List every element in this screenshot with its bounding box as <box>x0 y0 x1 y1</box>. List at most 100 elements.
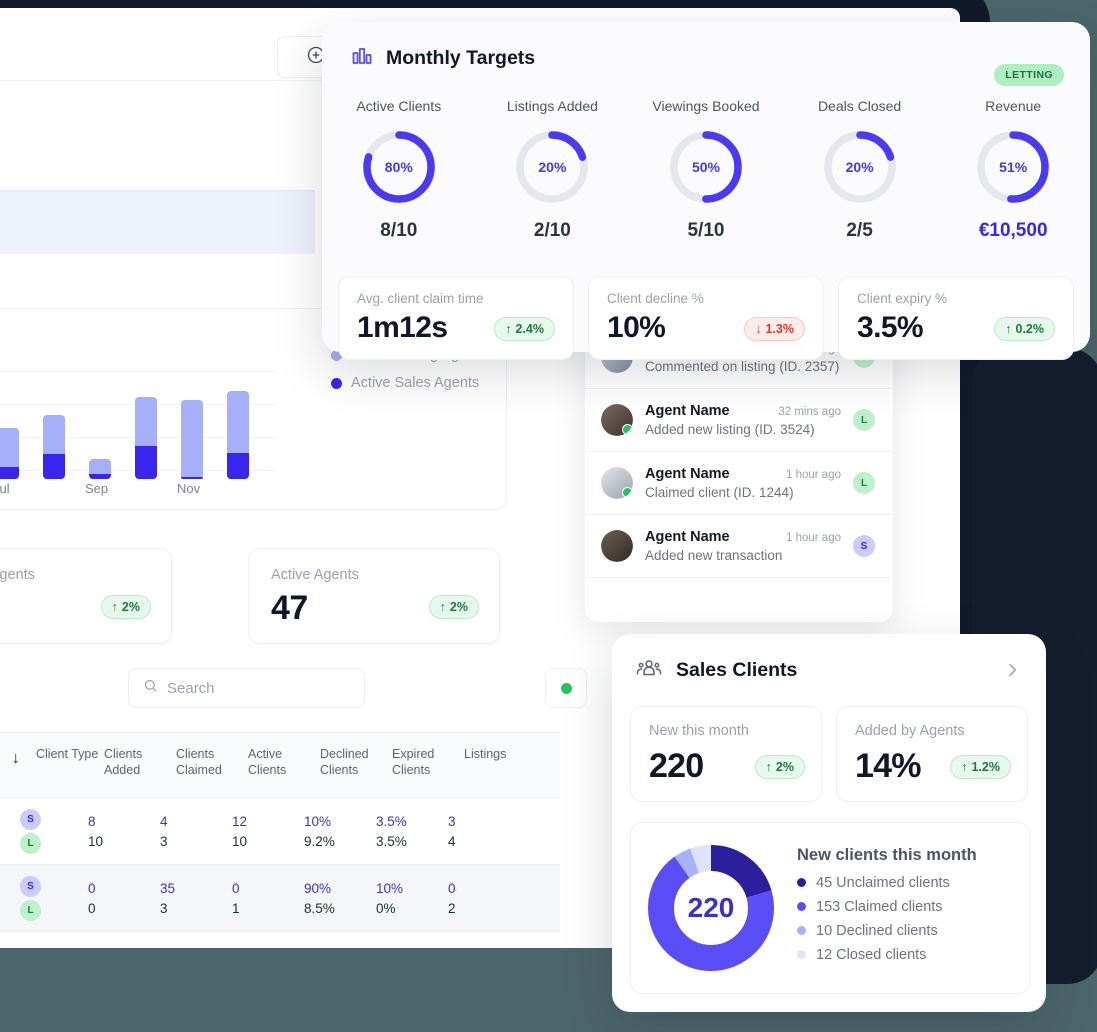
arrow-down-icon: ↓ <box>755 322 762 336</box>
chart-bar-segment <box>89 473 111 479</box>
arrow-up-icon: ↑ <box>505 322 512 336</box>
table-cell-left: ago <box>0 891 20 906</box>
gauge-subvalue: 5/10 <box>687 220 725 241</box>
table-cell-value: 9.2% <box>304 833 335 849</box>
legend-label: 12 Closed clients <box>816 946 927 963</box>
table-column-header[interactable]: Expired Clients <box>392 733 464 797</box>
sales-metric-cards: New this month 220 ↑ 2% Added by Agents 14% ↑ 1… <box>630 706 1028 802</box>
x-axis-tick-label: Sep <box>85 481 109 496</box>
sales-metric-card: Added by Agents 14% ↑ 1.2% <box>836 706 1028 802</box>
activity-row[interactable]: Agent Name 1 hour ago Claimed client (ID. … <box>585 452 893 515</box>
arrow-up-icon: ↑ <box>961 760 968 774</box>
activity-timestamp: 1 hour ago <box>786 532 841 544</box>
chart-bar-segment <box>0 466 19 479</box>
table-column-header[interactable]: Client Type <box>36 733 104 797</box>
client-type-badge: L <box>20 899 41 921</box>
online-status-dot-icon <box>622 424 633 435</box>
table-column-header[interactable]: Declined Clients <box>320 733 392 797</box>
client-type-badge: S <box>20 808 41 830</box>
table-cell-value: 0 <box>448 880 456 896</box>
table-header-row: ↓ Client Type Clients Added Clients Claimed… <box>0 732 560 798</box>
stat-card-active-agents: Active Agents 47 ↑ 2% <box>248 548 500 644</box>
donut-legend-item: 12 Closed clients <box>797 947 977 963</box>
table-column-header[interactable]: Listings <box>464 733 524 797</box>
table-cell-value: 0 <box>88 880 96 896</box>
table-cell-value: 8 <box>88 813 96 829</box>
table-row[interactable]: S L 8 10 4 3 12 10 10% 9.2% 3.5% 3.5% 3 4 <box>0 798 560 865</box>
metric-label: Client decline % <box>607 291 704 306</box>
avatar <box>601 530 633 562</box>
legend-dot-icon <box>797 950 806 959</box>
stat-card-delta-badge: ↑ 2% <box>100 595 151 619</box>
table-cell-value: 10% <box>376 880 404 896</box>
table-sort-control[interactable]: ↓ <box>0 733 36 797</box>
gauge-ring: 80% <box>360 128 438 206</box>
table-column-header[interactable]: Clients Added <box>104 733 176 797</box>
table-cell: 02 <box>448 876 508 921</box>
avatar <box>601 404 633 436</box>
table-cell-client-type: SL <box>20 806 88 857</box>
client-type-badge: S <box>20 875 41 897</box>
chart-bar <box>89 459 111 479</box>
chevron-right-icon[interactable] <box>1002 660 1022 685</box>
sales-clients-header: Sales Clients <box>636 656 797 685</box>
gauge-ring: 51% <box>974 128 1052 206</box>
search-input[interactable]: Search <box>128 668 365 708</box>
gauge-ring: 20% <box>513 128 591 206</box>
activity-agent-name: Agent Name <box>645 466 730 482</box>
metric-delta-badge: ↑ 1.2% <box>950 755 1011 779</box>
sales-metric-card: New this month 220 ↑ 2% <box>630 706 822 802</box>
metric-value: 3.5% <box>857 311 924 344</box>
activity-row[interactable]: Agent Name 32 mins ago Added new listing (… <box>585 389 893 452</box>
table-cell: 34 <box>448 809 508 854</box>
delta-value: 2.4% <box>515 322 545 336</box>
legend-item-sales: Active Sales Agents <box>331 375 486 391</box>
x-axis-tick-label: Jul <box>0 481 10 496</box>
target-metric-card: Client expiry % 3.5% ↑ 0.2% <box>838 276 1074 360</box>
arrow-up-icon: ↑ <box>765 760 772 774</box>
users-group-icon <box>636 656 662 685</box>
target-gauge: Listings Added 20% 2/10 <box>476 98 630 242</box>
table-cell-value: 8.5% <box>304 900 335 916</box>
activity-row[interactable]: Agent Name 1 hour ago Added new transactio… <box>585 515 893 578</box>
table-cell: 10% 0% <box>376 876 448 921</box>
monthly-targets-title: Monthly Targets <box>386 47 536 69</box>
target-gauge: Deals Closed 20% 2/5 <box>783 98 937 242</box>
table-cell: 01 <box>232 876 304 921</box>
chart-x-axis: MayJulSepNov <box>0 481 276 501</box>
chart-bar-segment <box>181 476 203 479</box>
chart-bars <box>0 369 276 479</box>
online-status-dot-icon <box>622 487 633 498</box>
table-column-header[interactable]: Clients Claimed <box>176 733 248 797</box>
client-type-badge: L <box>20 832 41 854</box>
status-filter-chip[interactable] <box>545 668 587 708</box>
table-cell-value: 10 <box>88 833 104 849</box>
gauge-subvalue: 2/5 <box>846 220 873 241</box>
stat-card-value: 47 <box>271 589 308 627</box>
delta-value: 1.3% <box>765 322 795 336</box>
table-row[interactable]: agoSL003530190%8.5%10%0%02 <box>0 865 560 932</box>
donut-legend-item: 45 Unclaimed clients <box>797 875 977 891</box>
metric-label: Added by Agents <box>855 723 965 739</box>
donut-center-value: 220 <box>687 892 735 923</box>
table-column-header[interactable]: Active Clients <box>248 733 320 797</box>
activity-description: Added new transaction <box>645 548 783 563</box>
target-metric-card: Client decline % 10% ↓ 1.3% <box>588 276 824 360</box>
arrow-up-icon: ↑ <box>111 600 118 614</box>
activity-description: Added new listing (ID. 3524) <box>645 422 815 437</box>
arrow-down-icon: ↓ <box>11 748 21 767</box>
metric-value: 10% <box>607 311 666 344</box>
monthly-targets-card: Monthly Targets LETTING Active Clients 80… <box>322 22 1090 360</box>
metric-delta-badge: ↑ 2.4% <box>494 317 555 341</box>
metric-label: New this month <box>649 723 749 739</box>
delta-value: 1.2% <box>971 760 1001 774</box>
activity-description: Commented on listing (ID. 2357) <box>645 359 840 374</box>
search-icon <box>143 678 158 698</box>
chart-bar <box>0 428 19 479</box>
table-cell-value: 4 <box>448 833 456 849</box>
chart-bar-segment <box>227 452 249 479</box>
table-cell-value: 4 <box>160 813 168 829</box>
donut-legend: New clients this month 45 Unclaimed clie… <box>797 846 977 971</box>
chart-bar-segment <box>43 453 65 479</box>
clients-table: ↓ Client Type Clients Added Clients Claimed… <box>0 732 560 932</box>
